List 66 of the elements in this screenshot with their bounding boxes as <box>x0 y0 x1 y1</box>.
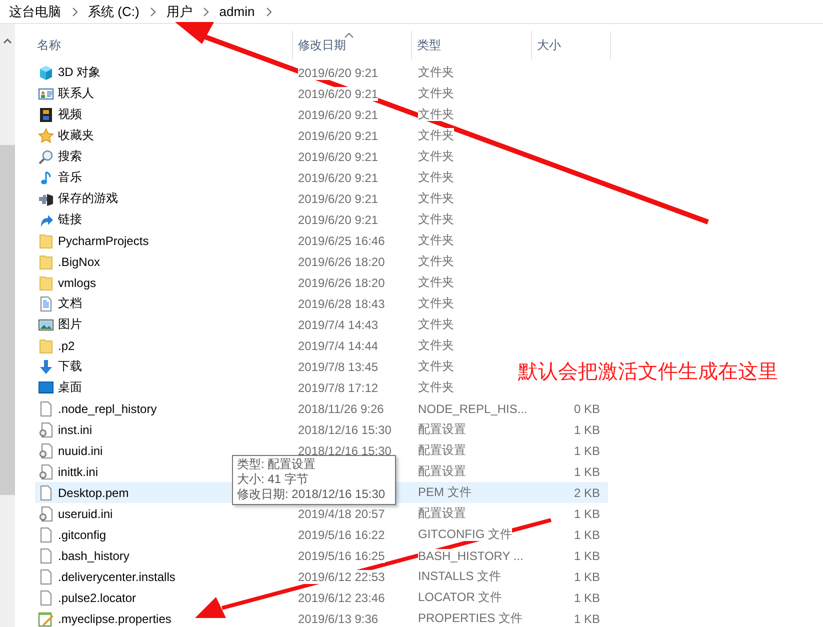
date-cell: 2019/6/20 9:21 <box>298 212 378 226</box>
date-cell: 2019/5/16 16:25 <box>298 548 385 562</box>
size-cell: 1 KB <box>574 528 600 542</box>
date-cell: 2019/6/20 9:21 <box>298 170 378 184</box>
date-cell: 2019/6/20 9:21 <box>298 108 378 122</box>
date-cell: 2019/6/20 9:21 <box>298 150 378 164</box>
type-cell: PROPERTIES 文件 <box>418 611 522 625</box>
type-cell: 配置设置 <box>418 443 466 457</box>
date-cell: 2019/5/16 16:22 <box>298 528 385 542</box>
date-cell: 2019/6/26 18:20 <box>298 276 385 290</box>
type-cell: NODE_REPL_HIS... <box>418 402 528 416</box>
annotation-text: 默认会把激活文件生成在这里 <box>518 360 778 384</box>
size-cell: 1 KB <box>574 548 600 562</box>
date-cell: 2019/7/4 14:44 <box>298 338 378 352</box>
type-cell: 文件夹 <box>418 128 454 142</box>
size-cell: 1 KB <box>574 464 600 478</box>
type-cell: 文件夹 <box>418 296 454 310</box>
type-cell: LOCATOR 文件 <box>418 590 502 604</box>
date-cell: 2019/6/12 23:46 <box>298 590 385 604</box>
tooltip-line: 大小: 41 字节 <box>237 472 310 487</box>
size-cell: 2 KB <box>574 486 600 500</box>
type-cell: 文件夹 <box>418 107 454 121</box>
type-cell: PEM 文件 <box>418 485 472 499</box>
size-cell: 1 KB <box>574 422 600 436</box>
date-cell: 2019/4/18 20:57 <box>298 506 385 520</box>
date-cell: 2019/6/20 9:21 <box>298 192 378 206</box>
size-cell: 0 KB <box>574 402 600 416</box>
date-cell: 2019/6/12 22:53 <box>298 570 385 584</box>
type-cell: 文件夹 <box>418 86 454 100</box>
type-cell: 文件夹 <box>418 65 454 79</box>
type-cell: 文件夹 <box>418 380 454 394</box>
type-cell: INSTALLS 文件 <box>418 569 502 583</box>
type-cell: GITCONFIG 文件 <box>418 527 512 541</box>
tooltip-line: 类型: 配置设置 <box>237 457 317 472</box>
date-cell: 2019/6/26 18:20 <box>298 254 385 268</box>
size-cell: 1 KB <box>574 570 600 584</box>
date-cell: 2019/6/28 18:43 <box>298 296 385 310</box>
date-cell: 2019/7/8 17:12 <box>298 380 378 394</box>
date-cell: 2019/6/13 9:36 <box>298 612 378 626</box>
type-cell: 文件夹 <box>418 212 454 226</box>
tooltip-line: 修改日期: 2018/12/16 15:30 <box>237 487 386 502</box>
date-cell: 2019/7/4 14:43 <box>298 318 378 332</box>
type-cell: 文件夹 <box>418 338 454 352</box>
type-cell: 文件夹 <box>418 149 454 163</box>
date-cell: 2018/11/26 9:26 <box>298 402 384 416</box>
date-cell: 2019/7/8 13:45 <box>298 360 378 374</box>
type-cell: 文件夹 <box>418 254 454 268</box>
type-cell: 配置设置 <box>418 422 466 436</box>
type-cell: 文件夹 <box>418 317 454 331</box>
type-cell: 文件夹 <box>418 359 454 373</box>
type-cell: 配置设置 <box>418 464 466 478</box>
size-cell: 1 KB <box>574 444 600 458</box>
type-cell: 配置设置 <box>418 506 466 520</box>
size-cell: 1 KB <box>574 506 600 520</box>
type-cell: 文件夹 <box>418 233 454 247</box>
type-cell: BASH_HISTORY ... <box>418 548 524 562</box>
size-cell: 1 KB <box>574 590 600 604</box>
type-cell: 文件夹 <box>418 191 454 205</box>
type-cell: 文件夹 <box>418 275 454 289</box>
size-cell: 1 KB <box>574 612 600 626</box>
date-cell: 2018/12/16 15:30 <box>298 422 392 436</box>
date-cell: 2019/6/20 9:21 <box>298 66 378 80</box>
date-cell: 2019/6/25 16:46 <box>298 234 385 248</box>
date-cell: 2019/6/20 9:21 <box>298 86 378 100</box>
type-cell: 文件夹 <box>418 170 454 184</box>
date-cell: 2019/6/20 9:21 <box>298 128 378 142</box>
